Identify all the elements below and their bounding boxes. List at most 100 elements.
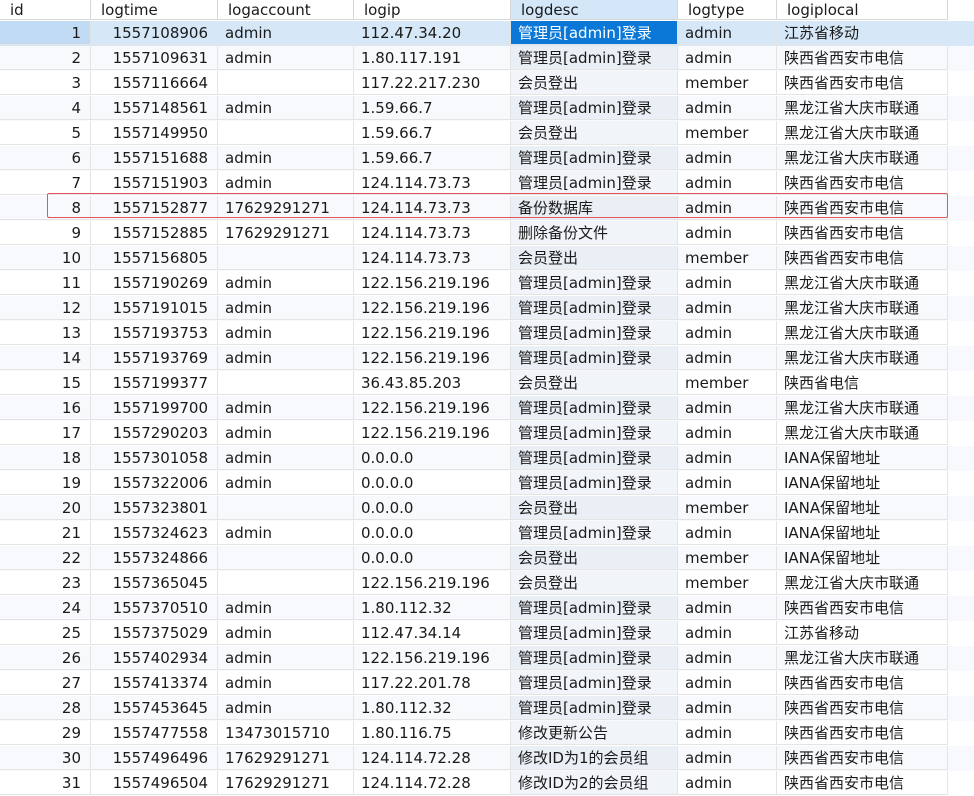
cell-logtype[interactable]: member	[678, 71, 777, 95]
cell-id[interactable]: 24	[0, 596, 91, 620]
cell-logtime[interactable]: 1557109631	[91, 46, 218, 70]
cell-logaccount[interactable]	[218, 571, 354, 595]
cell-logip[interactable]: 122.156.219.196	[354, 646, 511, 670]
cell-logiplocal[interactable]: 黑龙江省大庆市联通	[777, 346, 948, 370]
cell-logtype[interactable]: admin	[678, 396, 777, 420]
cell-logiplocal[interactable]: 陕西省西安市电信	[777, 696, 948, 720]
cell-logtime[interactable]: 1557375029	[91, 621, 218, 645]
cell-logtime[interactable]: 1557290203	[91, 421, 218, 445]
cell-logiplocal[interactable]: IANA保留地址	[777, 446, 948, 470]
cell-logiplocal[interactable]: 黑龙江省大庆市联通	[777, 396, 948, 420]
cell-logiplocal[interactable]: IANA保留地址	[777, 496, 948, 520]
table-row[interactable]: 27 1557413374 admin 117.22.201.78 管理员[admin]…	[0, 671, 974, 696]
cell-logtime[interactable]: 1557156805	[91, 246, 218, 270]
cell-logdesc[interactable]: 管理员[admin]登录	[511, 321, 678, 345]
cell-logaccount[interactable]: admin	[218, 696, 354, 720]
cell-id[interactable]: 15	[0, 371, 91, 395]
cell-logaccount[interactable]: 17629291271	[218, 771, 354, 795]
cell-logtype[interactable]: admin	[678, 646, 777, 670]
column-header-logdesc[interactable]: logdesc	[511, 0, 678, 20]
cell-logiplocal[interactable]: 陕西省西安市电信	[777, 771, 948, 795]
cell-id[interactable]: 4	[0, 96, 91, 120]
table-row[interactable]: 8 1557152877 17629291271 124.114.73.73 备份数据库…	[0, 196, 974, 221]
table-row[interactable]: 11 1557190269 admin 122.156.219.196 管理员[admi…	[0, 271, 974, 296]
cell-logdesc[interactable]: 管理员[admin]登录	[511, 271, 678, 295]
cell-logiplocal[interactable]: 黑龙江省大庆市联通	[777, 571, 948, 595]
cell-logip[interactable]: 122.156.219.196	[354, 421, 511, 445]
cell-logtime[interactable]: 1557477558	[91, 721, 218, 745]
cell-logtype[interactable]: admin	[678, 146, 777, 170]
cell-logdesc[interactable]: 删除备份文件	[511, 221, 678, 245]
cell-logtime[interactable]: 1557191015	[91, 296, 218, 320]
cell-logtype[interactable]: admin	[678, 196, 777, 220]
cell-logdesc[interactable]: 管理员[admin]登录	[511, 346, 678, 370]
cell-logtime[interactable]: 1557402934	[91, 646, 218, 670]
cell-logtime[interactable]: 1557199700	[91, 396, 218, 420]
cell-logip[interactable]: 0.0.0.0	[354, 471, 511, 495]
cell-logtype[interactable]: admin	[678, 471, 777, 495]
table-row[interactable]: 16 1557199700 admin 122.156.219.196 管理员[admi…	[0, 396, 974, 421]
table-row[interactable]: 2 1557109631 admin 1.80.117.191 管理员[admin]登录…	[0, 46, 974, 71]
cell-logdesc[interactable]: 会员登出	[511, 121, 678, 145]
cell-logip[interactable]: 122.156.219.196	[354, 346, 511, 370]
cell-logtime[interactable]: 1557324866	[91, 546, 218, 570]
cell-logaccount[interactable]: admin	[218, 621, 354, 645]
cell-logaccount[interactable]: admin	[218, 421, 354, 445]
cell-logtime[interactable]: 1557365045	[91, 571, 218, 595]
cell-logaccount[interactable]: admin	[218, 646, 354, 670]
cell-logiplocal[interactable]: 黑龙江省大庆市联通	[777, 646, 948, 670]
cell-logiplocal[interactable]: 江苏省移动	[777, 621, 948, 645]
table-row[interactable]: 19 1557322006 admin 0.0.0.0 管理员[admin]登录 admi…	[0, 471, 974, 496]
cell-logdesc[interactable]: 会员登出	[511, 246, 678, 270]
cell-logtype[interactable]: admin	[678, 346, 777, 370]
cell-logip[interactable]: 122.156.219.196	[354, 296, 511, 320]
cell-logip[interactable]: 124.114.73.73	[354, 196, 511, 220]
cell-logtime[interactable]: 1557152877	[91, 196, 218, 220]
cell-id[interactable]: 28	[0, 696, 91, 720]
table-row[interactable]: 1 1557108906 admin 112.47.34.20 管理员[admin]登录…	[0, 21, 974, 46]
cell-logiplocal[interactable]: 陕西省西安市电信	[777, 71, 948, 95]
cell-logdesc[interactable]: 管理员[admin]登录	[511, 171, 678, 195]
cell-logiplocal[interactable]: IANA保留地址	[777, 521, 948, 545]
cell-logtime[interactable]: 1557116664	[91, 71, 218, 95]
cell-logiplocal[interactable]: 陕西省电信	[777, 371, 948, 395]
column-header-id[interactable]: id	[0, 0, 91, 20]
cell-id[interactable]: 22	[0, 546, 91, 570]
cell-id[interactable]: 1	[0, 21, 91, 45]
cell-logdesc[interactable]: 会员登出	[511, 546, 678, 570]
cell-id[interactable]: 12	[0, 296, 91, 320]
cell-logiplocal[interactable]: 陕西省西安市电信	[777, 171, 948, 195]
cell-logtime[interactable]: 1557190269	[91, 271, 218, 295]
cell-logdesc[interactable]: 管理员[admin]登录	[511, 521, 678, 545]
cell-logtime[interactable]: 1557149950	[91, 121, 218, 145]
cell-logip[interactable]: 1.80.117.191	[354, 46, 511, 70]
cell-logdesc[interactable]: 备份数据库	[511, 196, 678, 220]
cell-id[interactable]: 13	[0, 321, 91, 345]
table-row[interactable]: 25 1557375029 admin 112.47.34.14 管理员[admin]登…	[0, 621, 974, 646]
cell-logtype[interactable]: member	[678, 371, 777, 395]
cell-logaccount[interactable]: admin	[218, 146, 354, 170]
cell-logdesc[interactable]: 管理员[admin]登录	[511, 621, 678, 645]
cell-logip[interactable]: 117.22.201.78	[354, 671, 511, 695]
cell-id[interactable]: 2	[0, 46, 91, 70]
cell-logtime[interactable]: 1557199377	[91, 371, 218, 395]
cell-logip[interactable]: 124.114.72.28	[354, 746, 511, 770]
cell-logtime[interactable]: 1557323801	[91, 496, 218, 520]
cell-logaccount[interactable]	[218, 121, 354, 145]
cell-logip[interactable]: 1.59.66.7	[354, 121, 511, 145]
cell-logaccount[interactable]: admin	[218, 671, 354, 695]
cell-logiplocal[interactable]: 黑龙江省大庆市联通	[777, 296, 948, 320]
cell-id[interactable]: 27	[0, 671, 91, 695]
cell-logtype[interactable]: member	[678, 121, 777, 145]
cell-logip[interactable]: 1.80.112.32	[354, 596, 511, 620]
cell-logtype[interactable]: admin	[678, 271, 777, 295]
cell-logdesc[interactable]: 修改ID为1的会员组	[511, 746, 678, 770]
table-row[interactable]: 20 1557323801 0.0.0.0 会员登出 member IANA保留地址	[0, 496, 974, 521]
table-row[interactable]: 3 1557116664 117.22.217.230 会员登出 member 陕西省西安…	[0, 71, 974, 96]
cell-logtype[interactable]: admin	[678, 171, 777, 195]
cell-logaccount[interactable]: 17629291271	[218, 221, 354, 245]
cell-id[interactable]: 5	[0, 121, 91, 145]
table-row[interactable]: 15 1557199377 36.43.85.203 会员登出 member 陕西省电信	[0, 371, 974, 396]
cell-logip[interactable]: 122.156.219.196	[354, 321, 511, 345]
column-header-logiplocal[interactable]: logiplocal	[777, 0, 948, 20]
